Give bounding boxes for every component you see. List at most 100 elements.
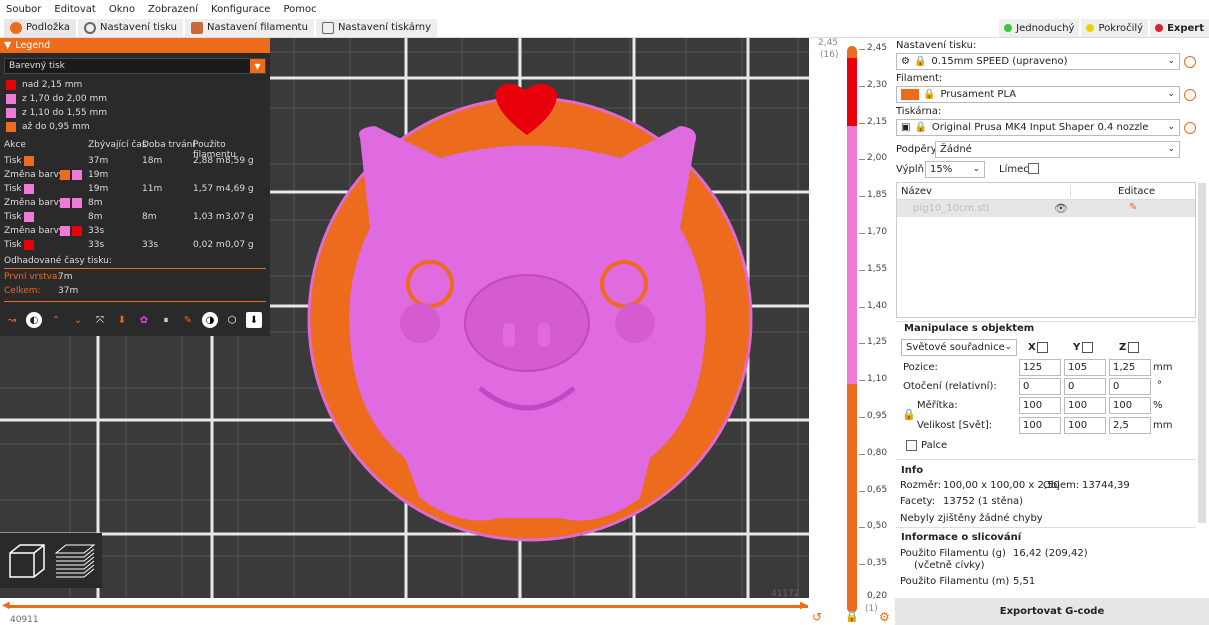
settings-gear-icon[interactable]: [1184, 56, 1196, 68]
estimated-times-label: Odhadované časy tisku:: [4, 256, 112, 266]
list-item[interactable]: pig10_10cm.stl 👁 ✎: [897, 200, 1195, 217]
menu-editovat[interactable]: Editovat: [54, 4, 95, 15]
layer-tick-mark: [859, 527, 865, 529]
filament-combo[interactable]: 🔒 Prusament PLA ⌄: [896, 86, 1180, 103]
total-value: 37m: [58, 286, 79, 296]
position-x-input[interactable]: 125: [1019, 359, 1061, 376]
print-settings-combo[interactable]: ⚙ 🔒 0.15mm SPEED (upraveno) ⌄: [896, 53, 1180, 70]
scrollbar[interactable]: [1198, 183, 1206, 523]
rotation-z-input[interactable]: 0: [1109, 378, 1151, 395]
range-label: až do 0,95 mm: [22, 122, 90, 132]
model-pig[interactable]: [307, 83, 753, 542]
size-y-input[interactable]: 100: [1064, 417, 1106, 434]
coordinate-system-combo[interactable]: Světové souřadnice ⌄: [901, 339, 1017, 356]
color-change-icon[interactable]: ✿: [136, 312, 152, 328]
travel-icon[interactable]: ↝: [4, 312, 20, 328]
rotation-x-input[interactable]: 0: [1019, 378, 1061, 395]
infill-combo[interactable]: 15% ⌄: [925, 161, 985, 178]
settings-gear-icon[interactable]: [1184, 122, 1196, 134]
tab-printer-settings[interactable]: Nastavení tiskárny: [315, 18, 438, 37]
scale-z-input[interactable]: 100: [1109, 397, 1151, 414]
tool-marker-icon[interactable]: ⬇: [246, 312, 262, 328]
layer-slider-track[interactable]: [847, 46, 857, 613]
divider: [896, 321, 1196, 322]
seams-icon[interactable]: ⤧: [92, 312, 108, 328]
printer-label: Tiskárna:: [896, 106, 942, 117]
view-mode-toolbar: [0, 533, 102, 588]
drop-to-bed-icon[interactable]: [1082, 342, 1093, 353]
lock-small-icon: 🔒: [923, 89, 936, 100]
position-y-input[interactable]: 105: [1064, 359, 1106, 376]
slider-left-arrow-icon[interactable]: ◀: [2, 600, 10, 611]
wipe-icon[interactable]: ◐: [26, 312, 42, 328]
export-gcode-button[interactable]: Exportovat G-code: [895, 598, 1209, 625]
color-swatch: [6, 108, 16, 118]
brim-checkbox[interactable]: [1028, 163, 1039, 174]
color-swatch: [24, 184, 34, 194]
undo-arrow-icon[interactable]: ↺: [812, 610, 822, 624]
printer-combo[interactable]: ▣ 🔒 Original Prusa MK4 Input Shaper 0.4 …: [896, 119, 1180, 136]
row-remaining: 8m: [88, 198, 103, 208]
menu-okno[interactable]: Okno: [109, 4, 135, 15]
mode-advanced[interactable]: Pokročilý: [1081, 19, 1149, 37]
manipulation-title: Manipulace s objektem: [904, 323, 1035, 334]
supports-combo[interactable]: Žádné ⌄: [935, 141, 1180, 158]
layer-tick-label: 1,25: [867, 337, 888, 348]
eye-icon[interactable]: 👁: [1054, 202, 1068, 215]
volume-label: Objem:: [1043, 480, 1080, 491]
layer-tick-mark: [859, 85, 865, 87]
layers-view-icon[interactable]: [52, 539, 98, 583]
edit-icon[interactable]: ✎: [1129, 202, 1137, 213]
feature-toggle-toolbar: ↝ ◐ ⌃ ⌄ ⤧ ⬇ ✿ ⏸ ✎ ◑ ⬡ ⬇: [0, 308, 270, 332]
custom-gcode-icon[interactable]: ✎: [180, 312, 196, 328]
menu-konfigurace[interactable]: Konfigurace: [211, 4, 270, 15]
tool-change-icon[interactable]: ⬇: [114, 312, 130, 328]
settings-gear-icon[interactable]: [1184, 89, 1196, 101]
shells-icon[interactable]: ⬡: [224, 312, 240, 328]
menu-soubor[interactable]: Soubor: [6, 4, 41, 15]
menu-pomoc[interactable]: Pomoc: [283, 4, 316, 15]
position-z-input[interactable]: 1,25: [1109, 359, 1151, 376]
mode-expert[interactable]: Expert: [1150, 19, 1209, 37]
chevron-down-icon: ⌄: [1167, 122, 1175, 132]
legend-header[interactable]: ▼ Legend: [0, 38, 270, 53]
drop-to-bed-icon[interactable]: [1128, 342, 1139, 353]
row-duration: 33s: [142, 240, 159, 250]
table-row: Tisk 37m 18m 2,88 m 8,59 g: [4, 154, 270, 168]
layer-tick-label: 0,50: [867, 521, 888, 532]
lock-icon[interactable]: 🔒: [845, 610, 859, 623]
cog-icon[interactable]: ⚙: [879, 610, 890, 624]
cog-small-icon: ⚙: [901, 56, 910, 67]
menu-zobrazeni[interactable]: Zobrazení: [148, 4, 198, 15]
retractions-icon[interactable]: ⌃: [48, 312, 64, 328]
scale-y-input[interactable]: 100: [1064, 397, 1106, 414]
tab-filament-settings[interactable]: Nastavení filamentu: [185, 18, 314, 37]
tab-podlozka[interactable]: Podložka: [4, 18, 77, 37]
tab-print-settings[interactable]: Nastavení tisku: [78, 18, 183, 37]
scale-x-input[interactable]: 100: [1019, 397, 1061, 414]
color-swatch: [6, 94, 16, 104]
inches-checkbox[interactable]: [906, 440, 917, 451]
3d-view-icon[interactable]: [4, 539, 48, 583]
slider-right-arrow-icon[interactable]: ▶: [800, 600, 808, 611]
horizontal-slider[interactable]: [8, 605, 808, 608]
center-of-gravity-icon[interactable]: ◑: [202, 312, 218, 328]
drop-to-bed-icon[interactable]: [1037, 342, 1048, 353]
tab-label: Nastavení filamentu: [207, 22, 308, 33]
layer-slider-panel: 2,45 (16) 2,45 2,30 2,15 2,00 1,85 1,70 1,55 1,…: [809, 38, 895, 625]
rotation-y-input[interactable]: 0: [1064, 378, 1106, 395]
mode-switcher: Jednoduchý Pokročilý Expert: [997, 18, 1209, 38]
size-x-input[interactable]: 100: [1019, 417, 1061, 434]
menu-bar: Soubor Editovat Okno Zobrazení Konfigura…: [0, 0, 1209, 18]
mode-simple[interactable]: Jednoduchý: [999, 19, 1080, 37]
expert-dot-icon: [1155, 24, 1164, 32]
filament-m-label: Použito Filamentu (m): [900, 576, 1010, 587]
size-label: Velikost [Svět]:: [917, 420, 993, 431]
pause-icon[interactable]: ⏸: [158, 312, 174, 328]
size-z-input[interactable]: 2,5: [1109, 417, 1151, 434]
scale-lock-icon[interactable]: 🔒: [902, 408, 916, 421]
row-remaining: 37m: [88, 156, 109, 166]
deretractions-icon[interactable]: ⌄: [70, 312, 86, 328]
view-type-select[interactable]: Barevný tisk ▼: [4, 58, 266, 74]
position-label: Pozice:: [903, 362, 938, 373]
